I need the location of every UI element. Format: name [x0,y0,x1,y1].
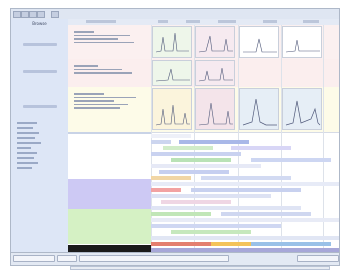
sidebar-item[interactable] [17,167,63,171]
sidebar-item[interactable] [17,157,63,161]
mini-plot[interactable] [282,26,322,58]
sidebar-item[interactable] [17,122,63,126]
annotation-text [74,93,144,111]
horizontal-scrollbar[interactable] [70,266,330,270]
tab-button[interactable] [297,255,339,262]
sidebar-lane-3[interactable] [23,105,57,108]
annotation-text [74,31,144,45]
tab-button[interactable] [79,255,229,262]
lavender-block [68,179,151,209]
green-block [68,209,151,244]
forward-icon[interactable] [21,11,29,18]
sidebar-lane-2[interactable] [23,70,57,73]
mini-plot[interactable] [152,26,192,58]
mini-plot[interactable] [239,88,279,130]
mini-plot[interactable] [195,88,235,130]
sidebar-item[interactable] [17,132,63,136]
mini-plot[interactable] [282,88,322,130]
sidebar-list [17,121,63,172]
mini-plot[interactable] [152,88,192,130]
mini-plot[interactable] [152,60,192,86]
mini-plot[interactable] [239,26,279,58]
sidebar-lane-1[interactable] [23,43,57,46]
mini-plot[interactable] [195,60,235,86]
main-pane [68,19,339,255]
sidebar-title: Browse [32,21,47,26]
annotation-text [74,65,144,76]
refresh-icon[interactable] [29,11,37,18]
back-icon[interactable] [13,11,21,18]
data-grid[interactable] [151,132,339,255]
settings-icon[interactable] [51,11,59,18]
status-bar [11,252,339,265]
sidebar-item[interactable] [17,152,63,156]
sidebar-item[interactable] [17,137,63,141]
sidebar-item[interactable] [17,142,63,146]
sidebar-item[interactable] [17,127,63,131]
sidebar-item[interactable] [17,147,63,151]
tab-button[interactable] [57,255,77,262]
home-icon[interactable] [37,11,45,18]
sidebar-item[interactable] [17,162,63,166]
sidebar: Browse [11,19,69,255]
mini-plot[interactable] [195,26,235,58]
app-window: Browse [10,8,340,266]
tab-button[interactable] [13,255,55,262]
